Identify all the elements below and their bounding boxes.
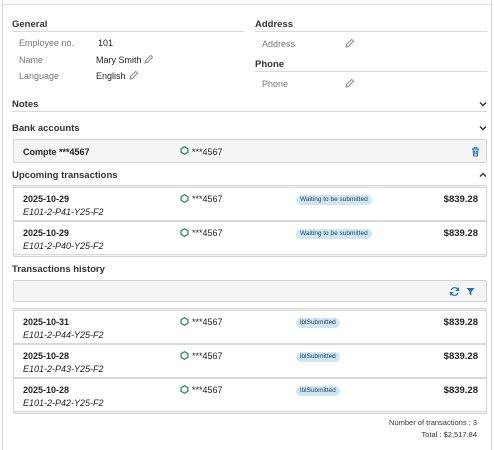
transaction-amount: $839.28	[443, 194, 478, 205]
status-badge: Waiting to be submitted	[296, 229, 372, 239]
employee-no-value: 101	[98, 38, 114, 48]
status-badge: lblSubmitted	[296, 352, 340, 362]
transaction-date: 2025-10-28	[23, 351, 70, 361]
edit-address-pencil-icon[interactable]	[345, 38, 355, 48]
account-hexagon-icon	[180, 317, 189, 326]
status-badge: lblSubmitted	[296, 318, 340, 328]
bank-accounts-section-title[interactable]: Bank accounts	[12, 123, 80, 134]
status-badge: Waiting to be submitted	[296, 195, 372, 205]
address-label: Address	[262, 39, 296, 49]
history-section-title: Transactions history	[12, 264, 105, 275]
general-section-title: General	[12, 19, 48, 30]
transaction-ref: E101-2-P41-Y25-F2	[23, 207, 104, 217]
notes-chevron-down-icon[interactable]	[479, 100, 487, 108]
name-label: Name	[19, 55, 44, 65]
transaction-account: ***4567	[192, 194, 223, 204]
edit-phone-pencil-icon[interactable]	[345, 78, 355, 88]
transaction-account: ***4567	[192, 228, 223, 238]
transaction-ref: E101-2-P40-Y25-F2	[23, 241, 104, 251]
edit-name-pencil-icon[interactable]	[144, 54, 154, 64]
transaction-ref: E101-2-P42-Y25-F2	[23, 398, 104, 408]
employee-panel: General Employee no. 101 Name Mary Smith…	[2, 0, 492, 450]
phone-divider	[255, 71, 487, 72]
notes-section-title[interactable]: Notes	[12, 99, 38, 110]
account-hexagon-icon	[180, 351, 189, 360]
transaction-ref: E101-2-P43-Y25-F2	[23, 364, 104, 374]
language-label: Language	[19, 71, 60, 81]
bank-account-name: Compte ***4567	[23, 147, 90, 157]
transaction-amount: $839.28	[443, 351, 478, 362]
history-row[interactable]: 2025-10-28 E101-2-P43-Y25-F2 ***4567 lbl…	[13, 344, 487, 378]
history-toolbar	[13, 280, 487, 302]
bank-account-mask: ***4567	[192, 147, 223, 157]
delete-trash-icon[interactable]	[470, 146, 481, 157]
transaction-amount: $839.28	[443, 385, 478, 396]
notes-divider	[12, 111, 487, 112]
account-hexagon-icon	[180, 228, 189, 237]
account-hexagon-icon	[180, 194, 189, 203]
transaction-amount: $839.28	[443, 228, 478, 239]
upcoming-section-title[interactable]: Upcoming transactions	[12, 170, 118, 181]
account-hexagon-icon	[180, 385, 189, 394]
transaction-date: 2025-10-29	[23, 194, 70, 204]
top-divider	[3, 4, 491, 5]
refresh-icon[interactable]	[449, 286, 460, 297]
transaction-ref: E101-2-P44-Y25-F2	[23, 330, 104, 340]
transactions-count: Number of transactions : 3	[389, 418, 477, 427]
transaction-date: 2025-10-29	[23, 228, 70, 238]
account-hexagon-icon	[180, 146, 189, 155]
edit-language-pencil-icon[interactable]	[129, 70, 139, 80]
address-section-title: Address	[255, 19, 294, 30]
transaction-date: 2025-10-31	[23, 317, 70, 327]
upcoming-row[interactable]: 2025-10-29 E101-2-P40-Y25-F2 ***4567 Wai…	[13, 221, 487, 255]
language-value: English	[96, 71, 126, 81]
filter-icon[interactable]	[465, 286, 476, 297]
upcoming-row[interactable]: 2025-10-29 E101-2-P41-Y25-F2 ***4567 Wai…	[13, 187, 487, 221]
phone-section-title: Phone	[255, 59, 285, 70]
transaction-date: 2025-10-28	[23, 385, 70, 395]
transactions-total: Total : $2,517.84	[421, 430, 477, 439]
transaction-account: ***4567	[192, 317, 223, 327]
phone-label: Phone	[262, 79, 289, 89]
address-divider	[255, 31, 487, 32]
bank-accounts-chevron-down-icon[interactable]	[479, 124, 487, 132]
history-row[interactable]: 2025-10-28 E101-2-P42-Y25-F2 ***4567 lbl…	[13, 378, 487, 412]
transaction-account: ***4567	[192, 385, 223, 395]
status-badge: lblSubmitted	[296, 386, 340, 396]
name-value: Mary Smith	[96, 55, 142, 65]
history-row[interactable]: 2025-10-31 E101-2-P44-Y25-F2 ***4567 lbl…	[13, 310, 487, 344]
transaction-account: ***4567	[192, 351, 223, 361]
upcoming-chevron-up-icon[interactable]	[479, 171, 487, 179]
bank-account-card[interactable]: Compte ***4567 ***4567	[13, 139, 487, 163]
general-divider	[12, 31, 244, 32]
transaction-amount: $839.28	[443, 317, 478, 328]
employee-no-label: Employee no.	[19, 38, 75, 48]
